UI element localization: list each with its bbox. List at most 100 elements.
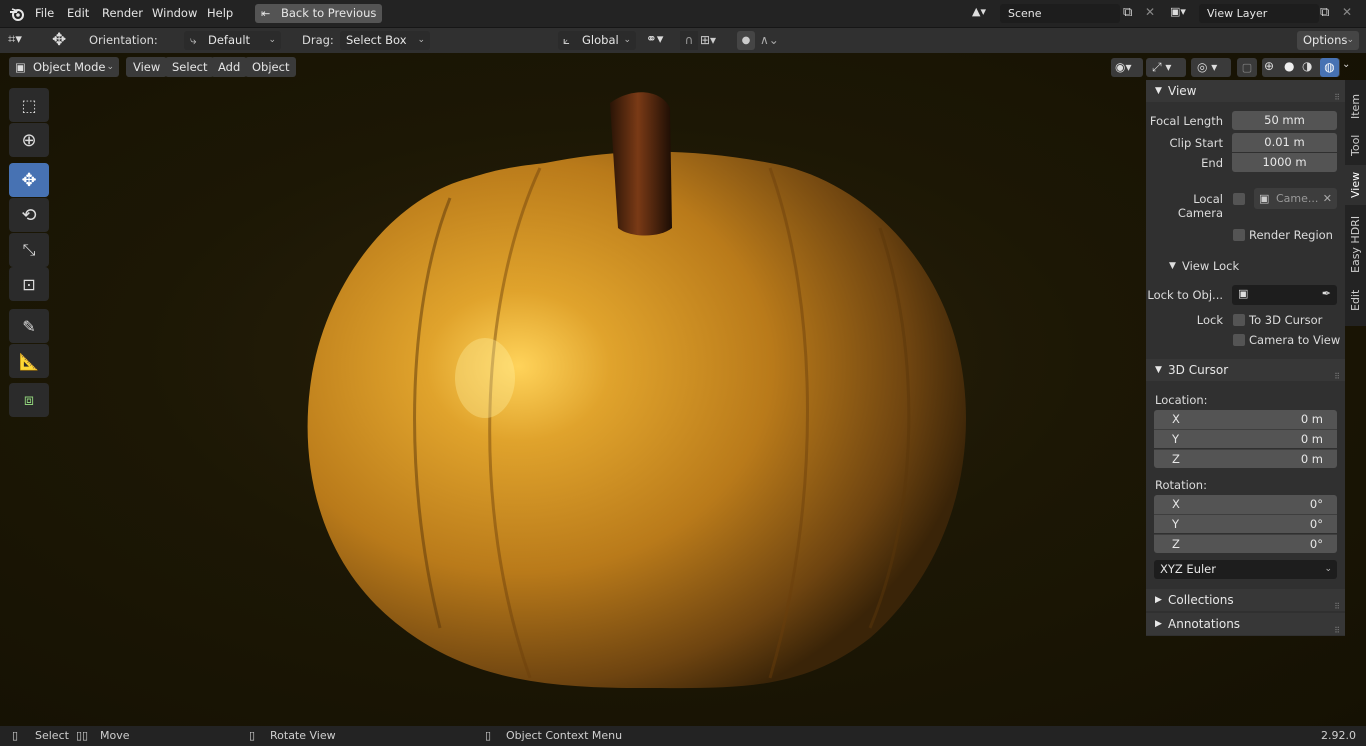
tab-tool[interactable]: Tool <box>1345 128 1366 162</box>
blender-logo-icon[interactable] <box>9 6 25 22</box>
proportional-editing-icon[interactable]: ● <box>737 31 755 50</box>
local-camera-checkbox[interactable] <box>1233 193 1245 205</box>
cursor-tool[interactable]: ⊕ <box>9 123 49 157</box>
menu-help[interactable]: Help <box>207 6 233 20</box>
tab-view[interactable]: View <box>1345 165 1366 205</box>
mouse-middle-icon: ▯▯ <box>76 729 89 742</box>
annotations-panel-header[interactable]: ▶ Annotations ⠿ <box>1146 613 1345 635</box>
tab-item[interactable]: Item <box>1345 86 1366 126</box>
axis-value: 0° <box>1309 517 1323 531</box>
rendered-shading-icon[interactable]: ◍ <box>1320 58 1339 77</box>
pumpkin-model[interactable] <box>300 88 980 708</box>
chevron-down-icon: ⌄ <box>417 35 425 45</box>
location-z-field[interactable]: Z 0 m <box>1154 449 1337 468</box>
rotation-z-field[interactable]: Z 0° <box>1154 534 1337 553</box>
transform-orientation-dropdown[interactable]: ⟀ Global ⌄ <box>558 31 636 50</box>
rotation-mode-dropdown[interactable]: XYZ Euler ⌄ <box>1154 560 1337 579</box>
view-panel-title: View <box>1168 84 1197 98</box>
transform-tool[interactable]: ⊡ <box>9 267 49 301</box>
tab-easy-hdri[interactable]: Easy HDRI <box>1345 211 1366 277</box>
measure-tool[interactable]: 📐 <box>9 344 49 378</box>
3d-cursor-panel-header[interactable]: ▼ 3D Cursor ⠿ <box>1146 359 1345 381</box>
wireframe-shading-icon[interactable]: ⊕ <box>1264 59 1274 73</box>
to-3d-cursor-checkbox[interactable] <box>1233 314 1245 326</box>
select-box-tool[interactable]: ⬚ <box>9 88 49 122</box>
status-bar: ▯ Select ▯▯ Move ▯ Rotate View ▯ Object … <box>0 726 1366 746</box>
expand-arrow-icon: ▼ <box>1155 86 1162 96</box>
gizmo-icon[interactable]: ⤢ ▾ <box>1146 58 1186 77</box>
back-to-previous-button[interactable]: ⇤ Back to Previous <box>255 4 383 23</box>
orientation-dropdown[interactable]: ⤷ Default ⌄ <box>184 31 281 50</box>
snap-target-icon[interactable]: ⊞▾ <box>700 31 716 50</box>
pencil-icon: ✎ <box>22 316 36 336</box>
add-cube-icon: ⧈ <box>23 390 35 409</box>
mode-dropdown[interactable]: ▣ Object Mode ⌄ <box>9 57 119 77</box>
rotate-tool[interactable]: ⟲ <box>9 198 49 232</box>
view-lock-subpanel-header[interactable]: ▼ View Lock <box>1146 256 1345 276</box>
material-shading-icon[interactable]: ◑ <box>1302 59 1312 73</box>
location-x-field[interactable]: X 0 m <box>1154 410 1337 429</box>
drag-grip-icon[interactable]: ⠿ <box>1334 620 1340 642</box>
render-region-checkbox[interactable] <box>1233 229 1245 241</box>
scene-selector-icon[interactable]: ▲▾ <box>972 5 998 23</box>
close-scene-icon[interactable]: ✕ <box>1145 5 1155 19</box>
lock-to-object-field[interactable]: ▣ ✒ <box>1232 285 1337 305</box>
focal-length-field[interactable]: 50 mm <box>1232 111 1337 130</box>
mouse-middle-icon: ▯ <box>249 729 256 742</box>
new-scene-icon[interactable]: ⧉ <box>1123 5 1132 20</box>
tab-edit[interactable]: Edit <box>1345 282 1366 318</box>
drag-grip-icon[interactable]: ⠿ <box>1334 87 1340 109</box>
clip-end-field[interactable]: 1000 m <box>1232 153 1337 172</box>
overlays-icon[interactable]: ◎ ▾ <box>1191 58 1231 77</box>
chevron-down-icon: ⌄ <box>1346 35 1354 45</box>
options-dropdown[interactable]: Options ⌄ <box>1297 31 1359 50</box>
add-cube-tool[interactable]: ⧈ <box>9 383 49 417</box>
object-mode-icon: ▣ <box>15 60 26 74</box>
pivot-point-icon[interactable]: ⚭▾ <box>646 32 663 47</box>
snap-toggle-icon[interactable]: ∩ <box>680 31 698 50</box>
scene-name-field[interactable]: Scene <box>1000 4 1120 23</box>
back-icon: ⇤ <box>261 7 271 20</box>
xray-icon[interactable]: ▢ <box>1237 58 1257 77</box>
close-view-layer-icon[interactable]: ✕ <box>1342 5 1352 19</box>
axis-value: 0 m <box>1300 432 1323 446</box>
solid-shading-icon[interactable]: ● <box>1284 59 1294 73</box>
scale-tool[interactable]: ⤡ <box>9 233 49 267</box>
menu-file[interactable]: File <box>35 6 54 20</box>
collections-panel-header[interactable]: ▶ Collections ⠿ <box>1146 589 1345 611</box>
clear-icon[interactable]: ✕ <box>1323 188 1332 209</box>
axis-label: Z <box>1172 452 1180 466</box>
rotation-y-field[interactable]: Y 0° <box>1154 514 1337 533</box>
viewport-menu-view[interactable]: View <box>126 57 168 77</box>
viewport-menu-select[interactable]: Select <box>165 57 215 77</box>
local-camera-field[interactable]: ▣ Came... ✕ <box>1254 188 1337 209</box>
visibility-icon[interactable]: ◉▾ <box>1111 58 1143 77</box>
editor-type-icon[interactable]: ⌗▾ <box>8 32 22 47</box>
orientation-icon: ⤷ <box>190 33 197 47</box>
view-layer-name-field[interactable]: View Layer <box>1199 4 1319 23</box>
axis-label: Z <box>1172 537 1180 551</box>
status-context-menu: Object Context Menu <box>506 729 623 742</box>
to-3d-cursor-label: To 3D Cursor <box>1249 313 1323 327</box>
viewport-menu-add[interactable]: Add <box>211 57 248 77</box>
falloff-icon[interactable]: ∧⌄ <box>760 31 779 50</box>
shading-options-icon[interactable]: ⌄ <box>1342 59 1350 70</box>
drag-grip-icon[interactable]: ⠿ <box>1334 366 1340 388</box>
menu-edit[interactable]: Edit <box>67 6 89 20</box>
eyedropper-icon[interactable]: ✒ <box>1322 287 1331 300</box>
camera-to-view-checkbox[interactable] <box>1233 334 1245 346</box>
new-view-layer-icon[interactable]: ⧉ <box>1320 5 1329 20</box>
location-y-field[interactable]: Y 0 m <box>1154 429 1337 448</box>
clip-start-field[interactable]: 0.01 m <box>1232 133 1337 152</box>
focal-length-label: Focal Length <box>1149 114 1223 128</box>
annotate-tool[interactable]: ✎ <box>9 309 49 343</box>
viewport-menu-object[interactable]: Object <box>245 57 297 77</box>
rotation-x-field[interactable]: X 0° <box>1154 495 1337 514</box>
view-panel-header[interactable]: ▼ View ⠿ <box>1146 80 1345 102</box>
menu-window[interactable]: Window <box>152 6 197 20</box>
view-layer-selector-icon[interactable]: ▣▾ <box>1170 5 1196 23</box>
menu-render[interactable]: Render <box>102 6 143 20</box>
move-tool[interactable]: ✥ <box>9 163 49 197</box>
drag-dropdown[interactable]: Select Box ⌄ <box>340 31 430 50</box>
tool-settings-bar: ⌗▾ ✥ Orientation: ⤷ Default ⌄ Drag: Sele… <box>0 28 1366 53</box>
